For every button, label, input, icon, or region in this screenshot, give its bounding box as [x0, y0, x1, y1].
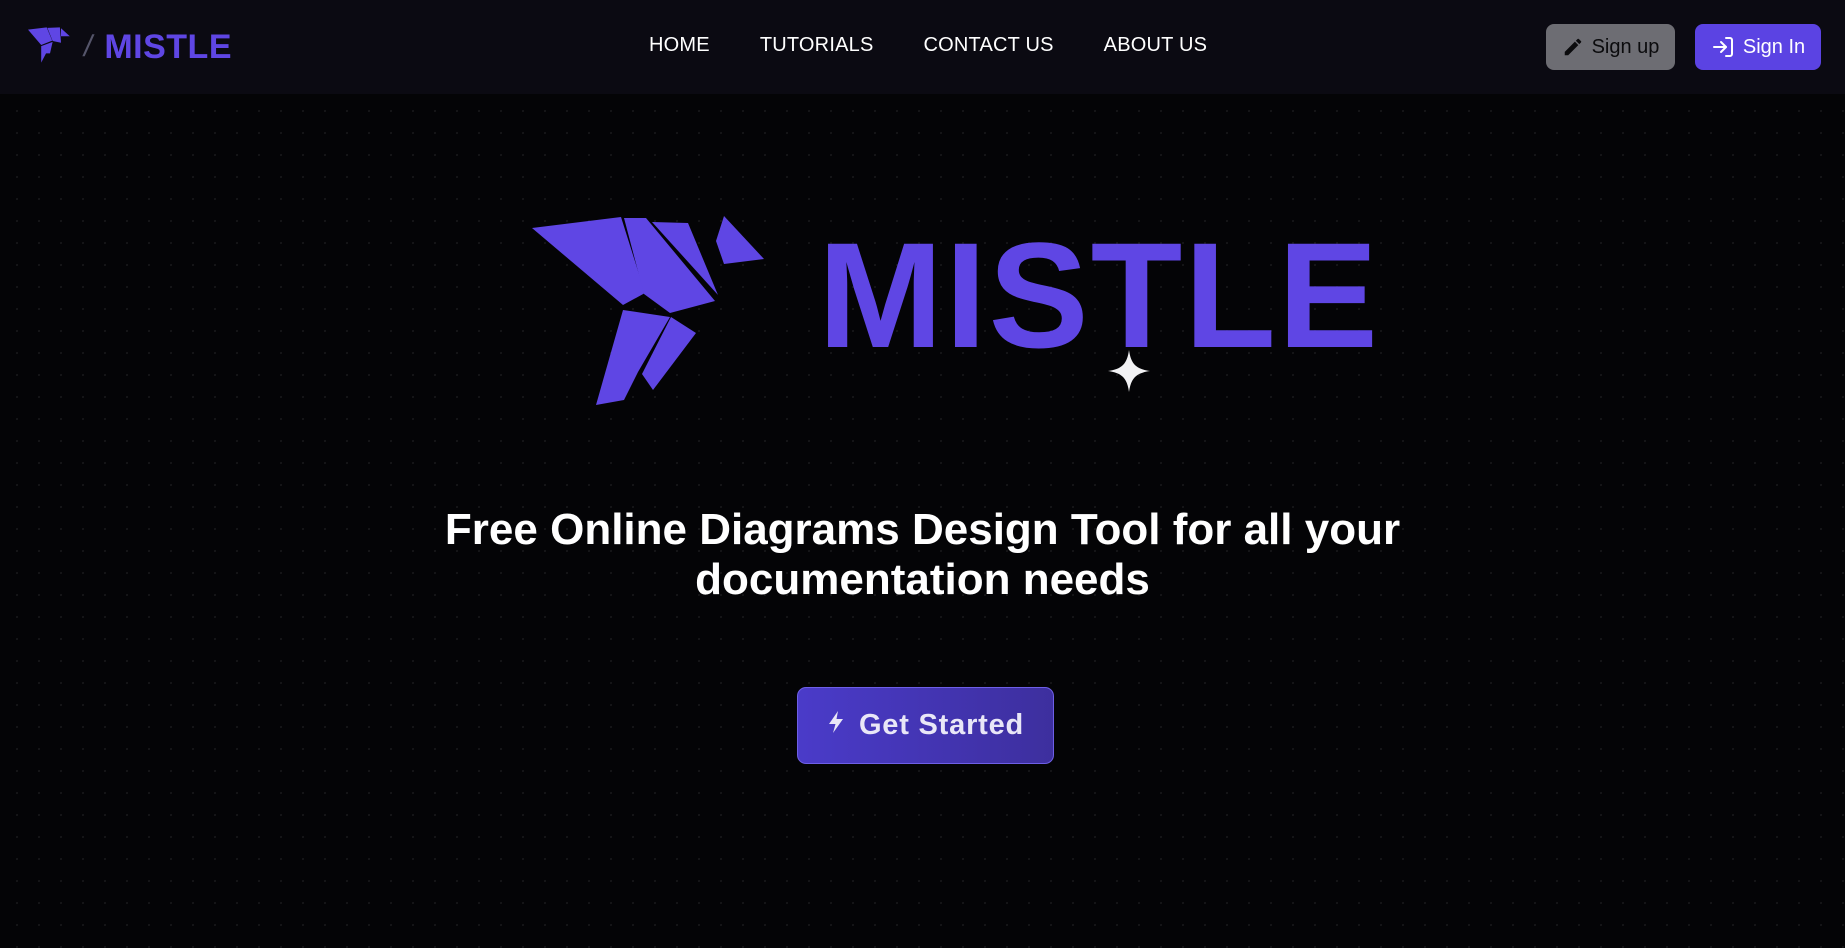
brand-logo-link[interactable]: / MISTLE	[28, 26, 233, 69]
nav-home[interactable]: HOME	[649, 34, 710, 57]
brand-separator: /	[81, 30, 96, 63]
brand-name: MISTLE	[104, 27, 233, 66]
sparkle-icon	[1108, 350, 1150, 392]
sign-up-button[interactable]: Sign up	[1546, 24, 1675, 70]
nav-tutorials[interactable]: TUTORIALS	[760, 34, 874, 57]
login-icon	[1711, 35, 1735, 59]
get-started-button[interactable]: Get Started	[797, 687, 1054, 764]
hero-wordmark: MISTLE	[818, 211, 1380, 379]
hero-headline: Free Online Diagrams Design Tool for all…	[0, 505, 1845, 605]
headline-line-1: Free Online Diagrams Design Tool for all…	[444, 505, 1401, 554]
landing-page: / MISTLE HOME TUTORIALS CONTACT US ABOUT…	[0, 0, 1845, 948]
main-nav: HOME TUTORIALS CONTACT US ABOUT US	[649, 34, 1207, 57]
sign-in-button[interactable]: Sign In	[1695, 24, 1821, 70]
nav-about-us[interactable]: ABOUT US	[1104, 34, 1207, 57]
headline-line-2: documentation needs	[695, 555, 1150, 604]
sign-up-label: Sign up	[1591, 35, 1660, 58]
sign-in-label: Sign In	[1742, 35, 1806, 58]
pencil-icon	[1562, 36, 1584, 58]
origami-bird-icon	[28, 26, 72, 69]
nav-contact-us[interactable]: CONTACT US	[924, 34, 1054, 57]
top-navigation-bar: / MISTLE HOME TUTORIALS CONTACT US ABOUT…	[0, 0, 1845, 94]
lightning-icon	[827, 709, 845, 742]
get-started-label: Get Started	[858, 709, 1025, 741]
